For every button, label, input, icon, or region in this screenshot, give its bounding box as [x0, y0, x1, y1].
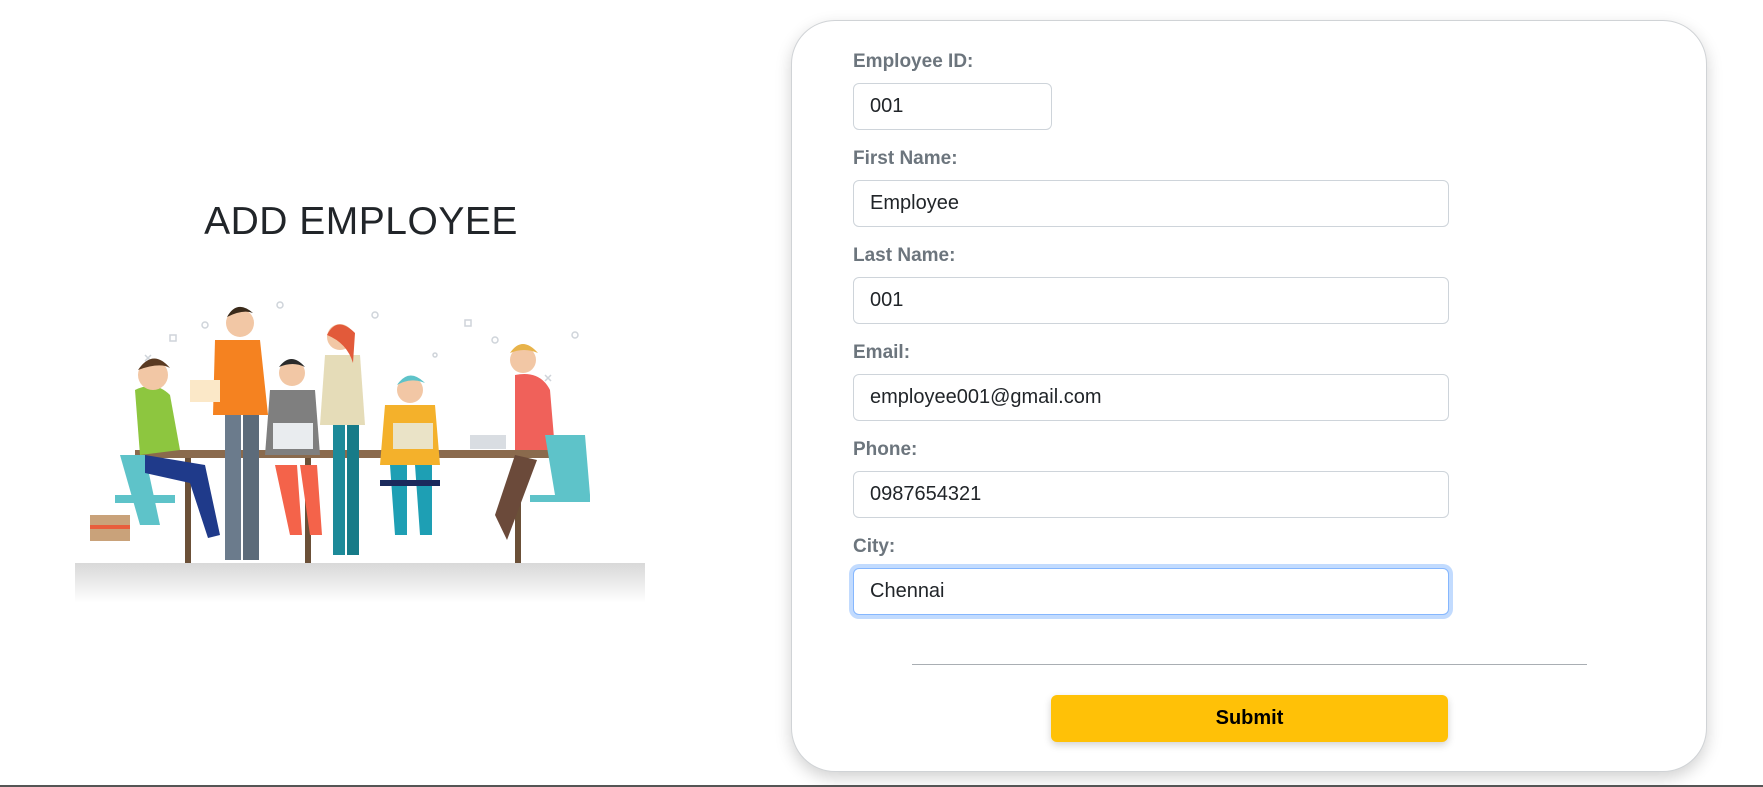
city-input[interactable] — [853, 568, 1449, 615]
left-panel: ADD EMPLOYEE — [0, 0, 720, 787]
submit-button[interactable]: Submit — [1051, 695, 1448, 742]
city-label: City: — [853, 536, 896, 557]
email-input[interactable] — [853, 374, 1449, 421]
employee-id-label: Employee ID: — [853, 51, 974, 72]
phone-label: Phone: — [853, 439, 918, 460]
employee-id-input[interactable] — [853, 83, 1052, 130]
phone-input[interactable] — [853, 471, 1449, 518]
last-name-input[interactable] — [853, 277, 1449, 324]
form-divider — [912, 664, 1587, 665]
first-name-input[interactable] — [853, 180, 1449, 227]
last-name-label: Last Name: — [853, 245, 956, 266]
team-illustration — [75, 301, 645, 603]
email-label: Email: — [853, 342, 911, 363]
page-title: ADD EMPLOYEE — [204, 200, 518, 243]
employee-form-card: Employee ID: First Name: Last Name: Emai… — [791, 20, 1707, 772]
first-name-label: First Name: — [853, 148, 958, 169]
